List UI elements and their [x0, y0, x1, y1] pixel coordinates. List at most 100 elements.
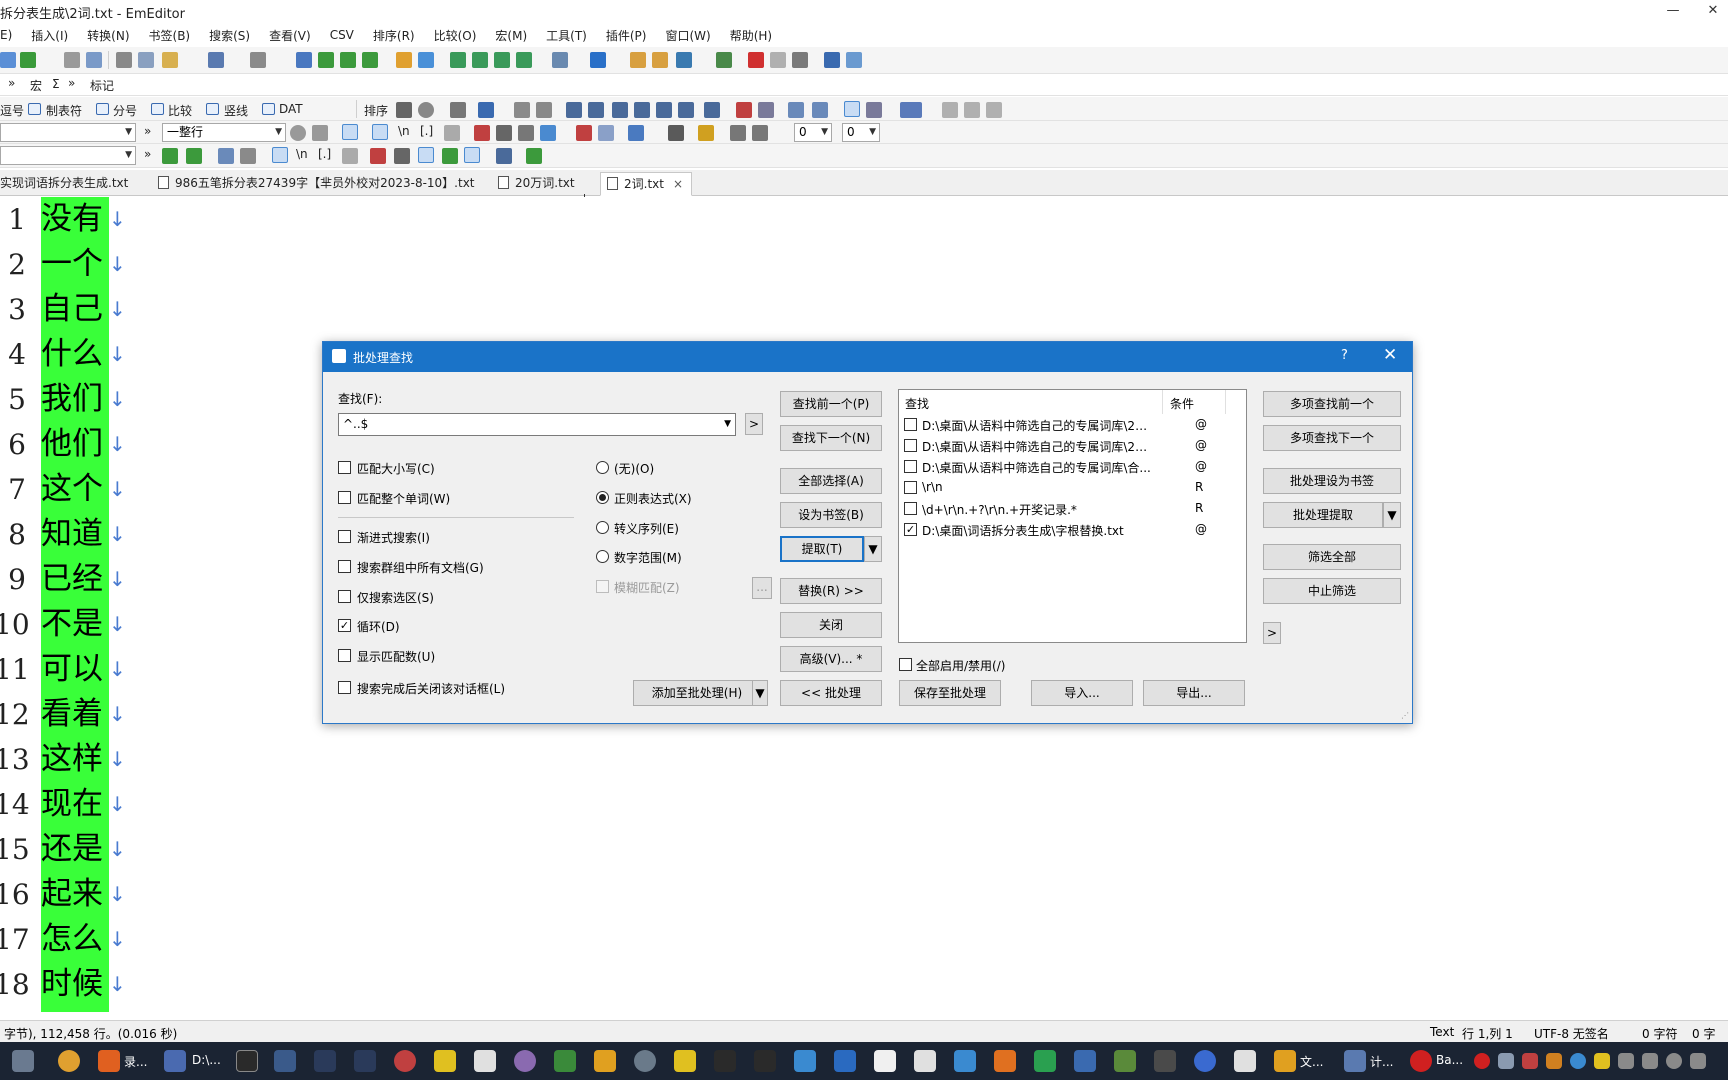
editor-line[interactable]: 这个 [41, 467, 103, 512]
dialog-close-button[interactable]: ✕ [1383, 345, 1397, 365]
cut-icon[interactable] [116, 52, 132, 68]
batch-row[interactable]: D:\桌面\从语料中筛选自己的专属词库\2词.... @ [899, 414, 1239, 435]
export-button[interactable]: 导出... [1143, 680, 1245, 706]
sort-num-desc-icon[interactable] [634, 102, 650, 118]
tab-doc-3[interactable]: 20万词.txt [498, 172, 575, 196]
stop-record-icon[interactable] [748, 52, 764, 68]
multi-find-next-button[interactable]: 多项查找下一个 [1263, 425, 1401, 451]
menu-plugins[interactable]: 插件(P) [606, 27, 647, 44]
app-icon[interactable] [954, 1050, 976, 1072]
tray-icon[interactable] [1570, 1053, 1586, 1069]
outline-icon[interactable] [942, 102, 958, 118]
batch-replace-icon[interactable] [472, 52, 488, 68]
print-icon[interactable] [64, 52, 80, 68]
find-prev-icon[interactable] [340, 52, 356, 68]
search-app-label[interactable]: 录... [124, 1053, 147, 1070]
editor-line[interactable]: 什么 [41, 332, 103, 377]
filter-icon[interactable] [418, 52, 434, 68]
batch-row[interactable]: \r\n R [899, 477, 1239, 498]
lock-icon[interactable] [698, 125, 714, 141]
layout-icon[interactable] [900, 102, 922, 118]
line-number-icon[interactable] [844, 101, 860, 117]
newline-button[interactable]: \n [398, 124, 410, 138]
match-case-checkbox[interactable] [338, 461, 351, 474]
batch-row-checkbox[interactable] [904, 418, 917, 431]
filter-next-icon[interactable] [162, 148, 178, 164]
column-header-condition[interactable]: 条件 [1170, 395, 1194, 412]
whole-word-icon[interactable] [394, 148, 410, 164]
sort-icon[interactable] [418, 147, 434, 163]
print-preview-icon[interactable] [86, 52, 102, 68]
go-icon[interactable] [526, 148, 542, 164]
menu-window[interactable]: 窗口(W) [665, 27, 710, 44]
batch-find-icon[interactable] [450, 52, 466, 68]
status-position[interactable]: 行 1,列 1 [1462, 1025, 1513, 1042]
tools-icon[interactable] [450, 102, 466, 118]
app-icon[interactable] [834, 1050, 856, 1072]
find-in-files-icon[interactable] [396, 52, 412, 68]
enable-all-checkbox[interactable] [899, 658, 912, 671]
arrow-down-icon[interactable] [628, 125, 644, 141]
toolbar-chevron[interactable]: » [8, 76, 15, 90]
replace-button[interactable]: 替换(R) >> [780, 578, 882, 604]
toolbar-chevron-3[interactable]: » [144, 124, 151, 138]
csv-compare-button[interactable]: 比较 [168, 102, 192, 119]
chevron-down-icon[interactable]: ▼ [724, 414, 731, 435]
minus-icon[interactable] [518, 125, 534, 141]
sigma-button[interactable]: Σ [52, 77, 60, 91]
column-header-find[interactable]: 查找 [905, 395, 929, 412]
incremental-search-checkbox[interactable] [338, 530, 351, 543]
advanced-button[interactable]: 高级(V)... * [780, 646, 882, 672]
menu-edit[interactable]: E) [0, 28, 12, 42]
stop-filter-button[interactable]: 中止筛选 [1263, 578, 1401, 604]
status-file-type[interactable]: Text [1430, 1025, 1454, 1039]
batch-row-checkbox[interactable] [904, 439, 917, 452]
find-combo[interactable]: ▼ [0, 123, 136, 142]
add-to-batch-dropdown[interactable]: ▼ [752, 680, 768, 706]
more-button[interactable]: > [1263, 622, 1281, 644]
editor-line[interactable]: 可以 [41, 647, 103, 692]
tab-doc-1[interactable]: 实现词语拆分表生成.txt [0, 172, 128, 196]
editor-line[interactable]: 不是 [41, 602, 103, 647]
volume-icon[interactable] [1642, 1053, 1658, 1069]
ruler-icon[interactable] [866, 102, 882, 118]
app-icon[interactable] [754, 1050, 776, 1072]
column-icon[interactable] [478, 102, 494, 118]
app-icon[interactable] [514, 1050, 536, 1072]
goto-icon[interactable] [668, 125, 684, 141]
csv-heading-icon[interactable] [514, 102, 530, 118]
window-icon[interactable] [824, 52, 840, 68]
match-case-icon[interactable] [474, 125, 490, 141]
mode-escape-radio[interactable] [596, 521, 609, 534]
sync-scroll-icon[interactable] [812, 102, 828, 118]
tray-icon[interactable] [1666, 1053, 1682, 1069]
menu-convert[interactable]: 转换(N) [87, 27, 129, 44]
tray-icon[interactable] [1498, 1053, 1514, 1069]
editor-line[interactable]: 已经 [41, 557, 103, 602]
tray-icon[interactable] [1522, 1053, 1538, 1069]
batch-row-checkbox[interactable]: ✓ [904, 523, 917, 536]
import-button[interactable]: 导入... [1031, 680, 1133, 706]
sort-label[interactable]: 排序 [364, 102, 388, 119]
undo-icon[interactable] [208, 52, 224, 68]
mode-number-range-radio[interactable] [596, 550, 609, 563]
regex-icon[interactable] [272, 147, 288, 163]
editor-line[interactable]: 起来 [41, 872, 103, 917]
copy-icon[interactable] [138, 52, 154, 68]
explorer-icon[interactable] [1274, 1050, 1296, 1072]
list-icon[interactable] [464, 147, 480, 163]
extract-button[interactable]: 提取(T) [780, 536, 864, 562]
grid-app-icon[interactable] [314, 1050, 336, 1072]
batch-files-icon[interactable] [516, 52, 532, 68]
paste-icon[interactable] [162, 52, 178, 68]
sort-desc-icon[interactable] [588, 102, 604, 118]
gear-icon[interactable] [396, 102, 412, 118]
app-icon[interactable] [1194, 1050, 1216, 1072]
editor-line[interactable]: 这样 [41, 737, 103, 782]
editor-line[interactable]: 一个 [41, 242, 103, 287]
editor-line[interactable]: 还是 [41, 827, 103, 872]
outline-collapse-icon[interactable] [986, 102, 1002, 118]
open-icon[interactable] [0, 52, 16, 68]
clipboard-icon[interactable] [552, 52, 568, 68]
selection-only-checkbox[interactable] [338, 590, 351, 603]
